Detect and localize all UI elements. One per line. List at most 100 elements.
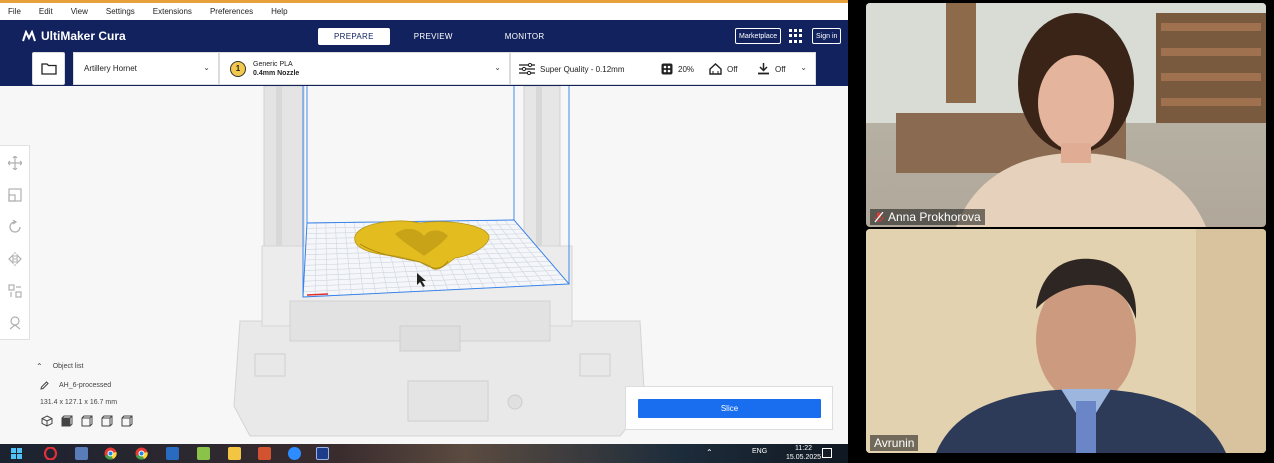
- zoom-icon[interactable]: [288, 447, 301, 460]
- slice-panel: Slice: [625, 386, 833, 430]
- notifications-icon[interactable]: [822, 448, 832, 458]
- material-name: Generic PLA: [253, 60, 293, 68]
- apps-grid-icon[interactable]: [789, 29, 803, 43]
- nozzle-name: 0.4mm Nozzle: [253, 69, 300, 77]
- chevron-down-icon: ⌄: [203, 63, 210, 72]
- menu-help[interactable]: Help: [271, 7, 287, 16]
- sliders-icon: [519, 63, 535, 75]
- object-list-header[interactable]: ⌃ Object list: [36, 362, 133, 371]
- folder-icon[interactable]: [228, 447, 241, 460]
- support-blocker-icon[interactable]: [8, 316, 22, 330]
- mic-muted-icon: [874, 211, 884, 222]
- support-item: Off: [709, 63, 738, 75]
- participant-name-tag: Anna Prokhorova: [870, 209, 985, 225]
- menu-extensions[interactable]: Extensions: [153, 7, 192, 16]
- cura-logo-text: UltiMaker Cura: [41, 29, 126, 43]
- folder-icon: [40, 63, 57, 75]
- pencil-icon[interactable]: [40, 381, 49, 390]
- top-view-icon[interactable]: [81, 415, 93, 427]
- screen: File Edit View Settings Extensions Prefe…: [0, 0, 1274, 463]
- ultimaker-logo-icon: [22, 30, 36, 42]
- files-icon[interactable]: [75, 447, 88, 460]
- participant-video-avrunin: [866, 229, 1266, 453]
- tab-prepare[interactable]: PREPARE: [318, 28, 390, 45]
- menu-preferences[interactable]: Preferences: [210, 7, 253, 16]
- support-icon: [709, 63, 722, 75]
- clock-time: 11:22: [795, 445, 813, 452]
- sign-in-button[interactable]: Sign in: [812, 28, 842, 44]
- control-knob: [507, 394, 523, 410]
- extruder-badge: 1: [230, 60, 246, 77]
- cura-icon[interactable]: [316, 447, 329, 460]
- print-settings-selector[interactable]: Super Quality - 0.12mm 20% Off Off ⌄: [510, 52, 816, 85]
- participant-name: Avrunin: [874, 436, 915, 450]
- menu-settings[interactable]: Settings: [106, 7, 135, 16]
- tab-preview[interactable]: PREVIEW: [398, 28, 469, 45]
- open-file-button[interactable]: [32, 52, 65, 85]
- infill-value: 20%: [678, 64, 695, 74]
- participant-name: Anna Prokhorova: [888, 210, 981, 224]
- chevron-up-icon: ⌃: [36, 362, 43, 371]
- center-block: [399, 325, 461, 352]
- chrome-icon[interactable]: [104, 447, 117, 460]
- left-corner-bracket: [254, 353, 286, 377]
- menu-edit[interactable]: Edit: [39, 7, 53, 16]
- video-call-panel: Anna Prokhorova Avrunin: [848, 0, 1274, 463]
- profile-item: Super Quality - 0.12mm: [519, 63, 624, 75]
- 3d-view-icon[interactable]: [41, 415, 53, 427]
- cura-logo: UltiMaker Cura: [22, 29, 126, 43]
- slice-button[interactable]: Slice: [638, 399, 821, 418]
- chevron-down-icon: ⌄: [800, 63, 807, 72]
- adhesion-icon: [758, 63, 769, 75]
- participant-name-tag: Avrunin: [870, 435, 919, 451]
- notepad-icon[interactable]: [166, 447, 179, 460]
- input-language[interactable]: ENG: [752, 448, 767, 455]
- scale-tool-icon[interactable]: [8, 188, 22, 202]
- menu-view[interactable]: View: [71, 7, 88, 16]
- windows-start-icon[interactable]: [10, 447, 23, 460]
- infill-icon: [661, 63, 673, 75]
- clock[interactable]: 11:22 15.05.2025: [786, 444, 821, 462]
- per-model-settings-icon[interactable]: [8, 284, 22, 298]
- printer-selector[interactable]: Artillery Hornet ⌄: [73, 52, 219, 85]
- opera-icon[interactable]: [44, 447, 57, 460]
- rotate-tool-icon[interactable]: [8, 220, 22, 234]
- object-name: AH_6-processed: [59, 382, 112, 389]
- left-tool-bar: [0, 145, 30, 340]
- object-list-label: Object list: [52, 363, 84, 370]
- tab-monitor[interactable]: MONITOR: [489, 28, 561, 45]
- adhesion-item: Off: [757, 63, 786, 75]
- infill-item: 20%: [661, 63, 694, 75]
- move-tool-icon[interactable]: [8, 156, 22, 170]
- right-corner-bracket: [579, 353, 611, 377]
- cura-window: File Edit View Settings Extensions Prefe…: [0, 0, 848, 444]
- participant-video-anna: [866, 3, 1266, 227]
- menu-bar: File Edit View Settings Extensions Prefe…: [0, 3, 848, 20]
- printer-name: Artillery Hornet: [84, 64, 137, 73]
- x-axis-indicator: [306, 293, 329, 296]
- object-dimensions: 131.4 x 127.1 x 16.7 mm: [40, 399, 118, 406]
- marketplace-button[interactable]: Marketplace: [735, 28, 782, 44]
- cura-header: UltiMaker Cura PREPARE PREVIEW MONITOR M…: [0, 20, 848, 52]
- object-row[interactable]: AH_6-processed: [40, 381, 133, 390]
- support-value: Off: [727, 64, 738, 74]
- video-tile-anna[interactable]: Anna Prokhorova: [866, 3, 1266, 227]
- right-view-icon[interactable]: [121, 415, 133, 427]
- photos-icon[interactable]: [197, 447, 210, 460]
- video-tile-avrunin[interactable]: Avrunin: [866, 229, 1266, 453]
- front-view-icon[interactable]: [61, 415, 73, 427]
- powerpoint-icon[interactable]: [258, 447, 271, 460]
- menu-file[interactable]: File: [8, 7, 21, 16]
- profile-label: Super Quality - 0.12mm: [540, 64, 625, 74]
- mirror-tool-icon[interactable]: [8, 252, 22, 266]
- chrome-icon[interactable]: [135, 447, 148, 460]
- stage-tabs: PREPARE PREVIEW MONITOR: [318, 28, 560, 45]
- control-box: [407, 380, 489, 422]
- windows-taskbar: ⌃ ENG 11:22 15.05.2025: [0, 444, 848, 463]
- material-selector[interactable]: 1 Generic PLA 0.4mm Nozzle ⌄: [219, 52, 510, 85]
- left-view-icon[interactable]: [101, 415, 113, 427]
- chevron-down-icon: ⌄: [494, 63, 501, 72]
- camera-view-buttons: [41, 415, 133, 427]
- tray-expand-icon[interactable]: ⌃: [706, 448, 713, 457]
- adhesion-value: Off: [775, 64, 786, 74]
